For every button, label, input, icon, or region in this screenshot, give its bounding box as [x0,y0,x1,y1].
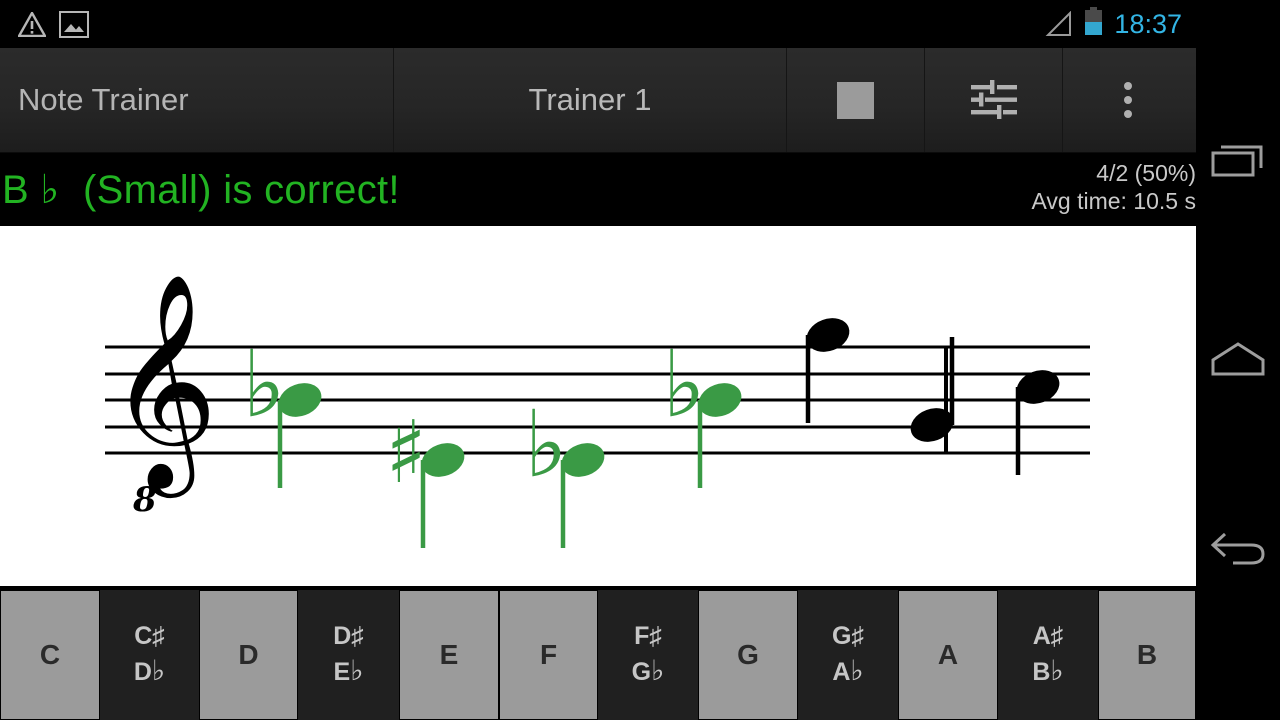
phone-viewport: 18:37 Note Trainer Trainer 1 B ♭ (Small)… [0,0,1196,720]
treble-clef-icon: 𝄞 8 [108,271,218,520]
key-fs-label: F♯ G♭ [631,622,665,687]
key-b[interactable]: B [1098,590,1196,720]
key-fs[interactable]: F♯ G♭ [598,590,698,720]
screen: 18:37 Note Trainer Trainer 1 B ♭ (Small)… [0,0,1280,720]
note-2: ♭ [524,391,605,548]
feedback-accidental: ♭ [40,167,60,212]
key-as-label: A♯ B♭ [1032,622,1064,687]
key-b-label: B [1136,638,1158,670]
back-button[interactable] [1196,505,1280,595]
key-cs-label: C♯ D♭ [133,622,166,687]
staff-notation: 𝄞 8 ♭ ♯ ♭ ♭ [105,271,1090,548]
note-4 [805,318,850,423]
feedback-message: B ♭ (Small) is correct! [2,167,400,213]
key-c-label: C [39,638,61,670]
battery-icon [1084,7,1103,41]
note-3: ♭ [662,331,742,488]
overflow-menu-button[interactable] [1062,48,1193,152]
android-nav-bar [1196,0,1280,720]
note-1: ♯ [385,403,465,548]
key-ds[interactable]: D♯ E♭ [298,590,399,720]
feedback-register: (Small) [83,167,212,212]
status-bar-clock: 18:37 [1114,9,1182,39]
avg-time-label: Avg time: 10.5 s [1031,188,1197,215]
warning-icon [16,10,48,37]
score-counter: 4/2 (50%) [1096,160,1196,186]
app-title: Note Trainer [18,82,189,117]
flat-icon: ♭ [524,391,567,498]
note-5 [910,337,955,442]
image-icon [59,10,89,38]
home-button[interactable] [1196,316,1280,406]
piano-keyboard[interactable]: C C♯ D♭ D D♯ E♭ E F F♯ G♭ G G♯ A♭ A A♯ B♭ B [0,590,1196,720]
key-ds-label: D♯ E♭ [333,622,364,687]
key-f-label: F [539,638,558,670]
key-gs-label: G♯ A♭ [832,622,864,687]
svg-text:𝄞: 𝄞 [108,271,218,498]
key-c[interactable]: C [0,590,100,720]
note-6 [1015,370,1060,475]
status-bar-system: 18:37 [1043,0,1182,48]
signal-icon [1043,10,1073,37]
recent-apps-icon [1211,141,1265,186]
trainer-selector[interactable]: Trainer 1 [393,48,786,152]
stop-button[interactable] [786,48,924,152]
stop-icon [837,81,874,119]
flat-icon: ♭ [242,331,285,438]
feedback-bar: B ♭ (Small) is correct! 4/2 (50%) Avg ti… [0,153,1196,226]
stats-panel: 4/2 (50%) Avg time: 10.5 s [1032,159,1197,215]
key-g[interactable]: G [698,590,798,720]
key-g-label: G [737,638,759,670]
note-0: ♭ [242,331,322,488]
feedback-note-letter: B [2,167,29,212]
status-bar-notifications [16,0,89,48]
key-d-label: D [238,638,259,670]
app-title-button[interactable]: Note Trainer [0,48,393,152]
svg-text:8: 8 [132,480,157,520]
key-f[interactable]: F [499,590,598,720]
key-e-label: E [439,638,459,670]
key-d[interactable]: D [199,590,298,720]
key-a[interactable]: A [898,590,998,720]
trainer-title: Trainer 1 [528,82,652,117]
key-e[interactable]: E [399,590,499,720]
recent-apps-button[interactable] [1196,118,1280,208]
key-cs[interactable]: C♯ D♭ [100,590,199,720]
status-bar: 18:37 [0,0,1196,48]
action-bar: Note Trainer Trainer 1 [0,48,1196,153]
sharp-icon: ♯ [385,403,427,503]
back-icon [1209,528,1267,573]
feedback-verdict: is correct! [223,167,400,212]
key-gs[interactable]: G♯ A♭ [798,590,898,720]
overflow-menu-icon [1124,82,1132,118]
flat-icon: ♭ [662,331,705,438]
score-view[interactable]: 𝄞 8 ♭ ♯ ♭ ♭ [0,226,1196,586]
key-a-label: A [937,638,959,670]
sliders-icon [970,80,1017,120]
home-icon [1210,341,1266,382]
settings-button[interactable] [924,48,1062,152]
key-as[interactable]: A♯ B♭ [998,590,1098,720]
